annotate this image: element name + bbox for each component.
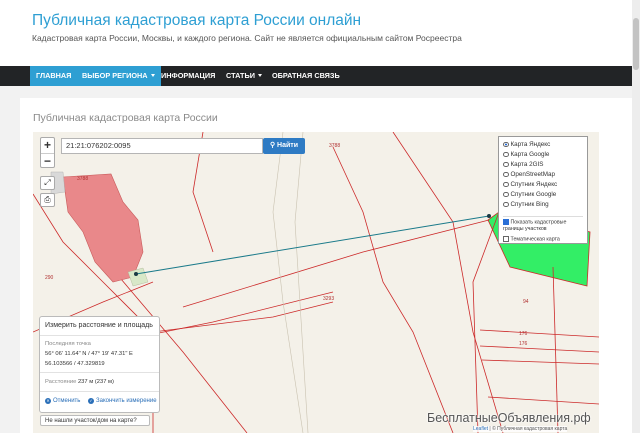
watermark: БесплатныеОбъявления.рф — [427, 411, 591, 425]
parcel-label: 3788 — [77, 176, 88, 182]
nav-item-label: Выбор региона — [82, 71, 148, 80]
nav-item-label: Обратная связь — [272, 71, 340, 80]
leaflet-link[interactable]: Leaflet — [473, 426, 488, 432]
nav-item-articles[interactable]: Статьи — [220, 66, 268, 86]
print-button[interactable]: ⎙ — [40, 193, 55, 207]
close-icon: ✕ — [45, 398, 51, 404]
layer-label: Карта Google — [510, 151, 550, 158]
measure-point-start — [134, 272, 138, 276]
layer-option[interactable]: Спутник Яндекс — [503, 180, 557, 190]
parcel-label: 3788 — [329, 143, 340, 149]
distance-label-text: Расстояние — [45, 379, 77, 385]
finish-label: Закончить измерение — [96, 398, 157, 404]
layer-option[interactable]: Спутник Google — [503, 190, 556, 200]
layer-switcher: Карта Яндекс Карта Google Карта 2GIS Ope… — [498, 136, 588, 244]
layer-option[interactable]: Карта Google — [503, 150, 549, 160]
parcel-label: 94 — [523, 299, 529, 305]
measure-title: Измерить расстояние и площадь — [45, 322, 153, 329]
nav-item-home[interactable]: Главная — [30, 66, 78, 86]
layer-option[interactable]: Спутник Bing — [503, 200, 549, 210]
search-icon: ⚲ — [269, 142, 276, 149]
layer-option[interactable]: Карта 2GIS — [503, 160, 543, 170]
radio-icon[interactable] — [503, 181, 509, 187]
cancel-measure-button[interactable]: ✕ Отменить — [45, 398, 80, 404]
search-button[interactable]: ⚲ Найти — [263, 138, 305, 154]
distance-value: 237 м (237 м) — [77, 379, 114, 385]
nav-item-feedback[interactable]: Обратная связь — [266, 66, 346, 86]
nav-item-label: Главная — [36, 71, 72, 80]
cadastral-search-input[interactable]: 21:21:076202:0095 — [61, 138, 263, 154]
not-found-link[interactable]: Не нашли участок/дом на карте? — [40, 415, 150, 426]
coords-dms: 56° 06' 11.64" N / 47° 19' 47.31" E — [45, 351, 133, 357]
radio-icon[interactable] — [503, 201, 509, 207]
last-point-label: Последняя точка — [45, 341, 91, 347]
nav-item-info[interactable]: Информация — [155, 66, 221, 86]
radio-icon[interactable] — [503, 161, 509, 167]
measure-divider — [40, 335, 159, 336]
nav-item-label: Статьи — [226, 71, 255, 80]
distance-label: Расстояние 237 м (237 м) — [45, 379, 114, 385]
map-attribution: Leaflet | © Публичная кадастровая карта — [473, 426, 568, 432]
layer-option[interactable]: Карта Яндекс — [503, 140, 550, 150]
fullscreen-icon: ⤢ — [44, 178, 51, 187]
cadastral-map[interactable]: 3788 3293 94 176 176 290 3788 + − ⤢ ⎙ 21… — [33, 132, 599, 433]
layer-label: Спутник Яндекс — [510, 181, 558, 188]
layer-divider — [503, 216, 583, 217]
radio-selected-icon[interactable] — [503, 141, 509, 147]
zoom-control: + − — [40, 137, 55, 168]
search-button-label: Найти — [277, 142, 299, 149]
building-footprints — [50, 171, 149, 287]
checkbox-icon[interactable] — [503, 236, 509, 242]
map-roads — [272, 132, 309, 433]
parcel-label: 290 — [45, 275, 54, 281]
fullscreen-button[interactable]: ⤢ — [40, 176, 55, 190]
check-icon: ✓ — [88, 398, 94, 404]
scrollbar-thumb[interactable] — [633, 18, 639, 70]
layer-label: Карта 2GIS — [510, 161, 544, 168]
finish-measure-button[interactable]: ✓ Закончить измерение — [88, 398, 157, 404]
chevron-down-icon — [257, 74, 262, 77]
zoom-in-button[interactable]: + — [41, 138, 54, 153]
radio-icon[interactable] — [503, 191, 509, 197]
radio-icon[interactable] — [503, 171, 509, 177]
measure-divider — [40, 372, 159, 373]
page-title: Публичная кадастровая карта России — [33, 112, 218, 124]
radio-icon[interactable] — [503, 151, 509, 157]
site-title[interactable]: Публичная кадастровая карта России онлай… — [32, 12, 361, 30]
parcel-label: 3293 — [323, 296, 334, 302]
nav-item-region[interactable]: Выбор региона — [76, 66, 161, 86]
measure-panel: Измерить расстояние и площадь Последняя … — [39, 316, 160, 413]
thematic-map-toggle[interactable]: Тематическая карта — [503, 236, 560, 243]
print-icon: ⎙ — [44, 195, 51, 204]
checkbox-checked-icon[interactable] — [503, 219, 509, 225]
attribution-text: | © Публичная кадастровая карта — [488, 426, 568, 432]
page-scrollbar[interactable] — [632, 0, 640, 433]
measure-point-end — [487, 214, 491, 218]
layer-option[interactable]: OpenStreetMap — [503, 170, 555, 180]
parcel-label: 176 — [519, 331, 528, 337]
site-header: Публичная кадастровая карта России онлай… — [0, 0, 632, 66]
overlay-label: Показать кадастровые границы участков — [503, 219, 567, 232]
chevron-down-icon — [150, 74, 155, 77]
layer-label: Спутник Google — [510, 191, 557, 198]
coords-decimal: 56.103566 / 47.329819 — [45, 361, 105, 367]
site-description: Кадастровая карта России, Москвы, и кажд… — [32, 33, 462, 43]
layer-label: OpenStreetMap — [510, 171, 555, 178]
cadastral-boundaries-toggle[interactable]: Показать кадастровые границы участков — [503, 219, 583, 232]
zoom-out-button[interactable]: − — [41, 152, 54, 167]
measure-divider — [40, 391, 159, 392]
main-navigation: Главная Выбор региона Информация Статьи … — [0, 66, 632, 86]
layer-label: Карта Яндекс — [510, 141, 551, 148]
overlay-label: Тематическая карта — [510, 236, 560, 243]
measure-line — [135, 215, 490, 275]
nav-item-label: Информация — [161, 71, 216, 80]
cancel-label: Отменить — [53, 398, 81, 404]
layer-label: Спутник Bing — [510, 201, 549, 208]
parcel-label: 176 — [519, 341, 528, 347]
